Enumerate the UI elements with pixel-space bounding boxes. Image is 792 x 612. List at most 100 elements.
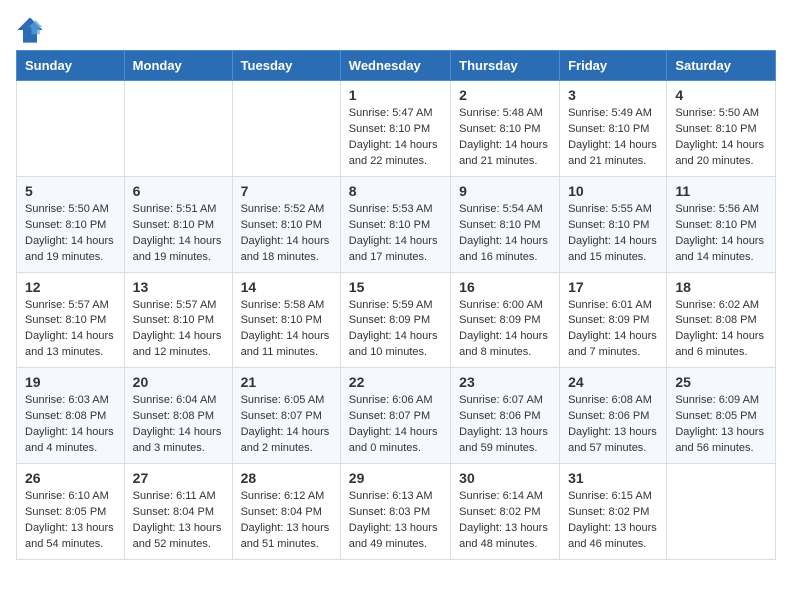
day-number: 27 (133, 470, 224, 486)
day-number: 3 (568, 87, 658, 103)
day-number: 25 (675, 374, 767, 390)
calendar-cell (124, 81, 232, 177)
day-number: 14 (241, 279, 332, 295)
logo (16, 16, 48, 44)
day-number: 31 (568, 470, 658, 486)
day-info: Sunrise: 6:00 AMSunset: 8:09 PMDaylight:… (459, 298, 551, 362)
calendar-cell (17, 81, 125, 177)
calendar-cell: 31Sunrise: 6:15 AMSunset: 8:02 PMDayligh… (560, 464, 667, 560)
day-info: Sunrise: 5:51 AMSunset: 8:10 PMDaylight:… (133, 202, 224, 266)
calendar-cell: 21 Sunrise: 6:05 AMSunset: 8:07 PMDayligh… (232, 368, 340, 464)
calendar-cell: 5 Sunrise: 5:50 AMSunset: 8:10 PMDaylight… (17, 176, 125, 272)
day-number: 23 (459, 374, 551, 390)
day-info: Sunrise: 6:13 AMSunset: 8:03 PMDaylight:… (349, 489, 442, 553)
day-info: Sunrise: 6:14 AMSunset: 8:02 PMDaylight:… (459, 489, 551, 553)
day-info: Sunrise: 6:05 AMSunset: 8:07 PMDaylight:… (241, 393, 332, 457)
day-number: 16 (459, 279, 551, 295)
day-number: 18 (675, 279, 767, 295)
day-info: Sunrise: 6:07 AMSunset: 8:06 PMDaylight:… (459, 393, 551, 457)
day-info: Sunrise: 6:10 AMSunset: 8:05 PMDaylight:… (25, 489, 116, 553)
day-info: Sunrise: 5:50 AMSunset: 8:10 PMDaylight:… (675, 106, 767, 170)
day-number: 6 (133, 183, 224, 199)
day-number: 9 (459, 183, 551, 199)
calendar-week-row: 26 Sunrise: 6:10 AMSunset: 8:05 PMDayligh… (17, 464, 776, 560)
day-number: 11 (675, 183, 767, 199)
day-number: 1 (349, 87, 442, 103)
calendar-cell: 28Sunrise: 6:12 AMSunset: 8:04 PMDayligh… (232, 464, 340, 560)
calendar-cell: 4 Sunrise: 5:50 AMSunset: 8:10 PMDaylight… (667, 81, 776, 177)
calendar-week-row: 5 Sunrise: 5:50 AMSunset: 8:10 PMDaylight… (17, 176, 776, 272)
calendar-cell (667, 464, 776, 560)
weekday-header-cell: Saturday (667, 51, 776, 81)
calendar-cell: 20 Sunrise: 6:04 AMSunset: 8:08 PMDayligh… (124, 368, 232, 464)
day-info: Sunrise: 6:11 AMSunset: 8:04 PMDaylight:… (133, 489, 224, 553)
weekday-header-cell: Tuesday (232, 51, 340, 81)
day-info: Sunrise: 5:55 AMSunset: 8:10 PMDaylight:… (568, 202, 658, 266)
calendar-week-row: 1Sunrise: 5:47 AMSunset: 8:10 PMDaylight… (17, 81, 776, 177)
calendar-cell: 10 Sunrise: 5:55 AMSunset: 8:10 PMDayligh… (560, 176, 667, 272)
day-info: Sunrise: 5:52 AMSunset: 8:10 PMDaylight:… (241, 202, 332, 266)
day-info: Sunrise: 6:02 AMSunset: 8:08 PMDaylight:… (675, 298, 767, 362)
day-info: Sunrise: 5:57 AMSunset: 8:10 PMDaylight:… (133, 298, 224, 362)
day-number: 17 (568, 279, 658, 295)
day-number: 28 (241, 470, 332, 486)
day-number: 20 (133, 374, 224, 390)
calendar-week-row: 19Sunrise: 6:03 AMSunset: 8:08 PMDayligh… (17, 368, 776, 464)
calendar-cell: 1Sunrise: 5:47 AMSunset: 8:10 PMDaylight… (340, 81, 450, 177)
calendar-cell: 17 Sunrise: 6:01 AMSunset: 8:09 PMDayligh… (560, 272, 667, 368)
day-number: 22 (349, 374, 442, 390)
calendar-cell: 16 Sunrise: 6:00 AMSunset: 8:09 PMDayligh… (451, 272, 560, 368)
day-number: 2 (459, 87, 551, 103)
calendar-cell: 8 Sunrise: 5:53 AMSunset: 8:10 PMDaylight… (340, 176, 450, 272)
calendar-cell: 13 Sunrise: 5:57 AMSunset: 8:10 PMDayligh… (124, 272, 232, 368)
day-info: Sunrise: 6:03 AMSunset: 8:08 PMDaylight:… (25, 393, 116, 457)
calendar-cell: 19Sunrise: 6:03 AMSunset: 8:08 PMDayligh… (17, 368, 125, 464)
day-info: Sunrise: 6:06 AMSunset: 8:07 PMDaylight:… (349, 393, 442, 457)
day-info: Sunrise: 5:59 AMSunset: 8:09 PMDaylight:… (349, 298, 442, 362)
calendar-cell: 30 Sunrise: 6:14 AMSunset: 8:02 PMDayligh… (451, 464, 560, 560)
day-number: 21 (241, 374, 332, 390)
day-info: Sunrise: 5:50 AMSunset: 8:10 PMDaylight:… (25, 202, 116, 266)
calendar-cell: 22 Sunrise: 6:06 AMSunset: 8:07 PMDayligh… (340, 368, 450, 464)
day-info: Sunrise: 6:01 AMSunset: 8:09 PMDaylight:… (568, 298, 658, 362)
day-info: Sunrise: 6:08 AMSunset: 8:06 PMDaylight:… (568, 393, 658, 457)
calendar-week-row: 12 Sunrise: 5:57 AMSunset: 8:10 PMDayligh… (17, 272, 776, 368)
day-info: Sunrise: 5:48 AMSunset: 8:10 PMDaylight:… (459, 106, 551, 170)
calendar-cell: 23 Sunrise: 6:07 AMSunset: 8:06 PMDayligh… (451, 368, 560, 464)
calendar-cell (232, 81, 340, 177)
calendar-cell: 6 Sunrise: 5:51 AMSunset: 8:10 PMDaylight… (124, 176, 232, 272)
calendar-cell: 25 Sunrise: 6:09 AMSunset: 8:05 PMDayligh… (667, 368, 776, 464)
logo-icon (16, 16, 44, 44)
day-info: Sunrise: 5:49 AMSunset: 8:10 PMDaylight:… (568, 106, 658, 170)
calendar-cell: 24Sunrise: 6:08 AMSunset: 8:06 PMDayligh… (560, 368, 667, 464)
calendar-cell: 7 Sunrise: 5:52 AMSunset: 8:10 PMDaylight… (232, 176, 340, 272)
day-info: Sunrise: 6:09 AMSunset: 8:05 PMDaylight:… (675, 393, 767, 457)
calendar-cell: 11 Sunrise: 5:56 AMSunset: 8:10 PMDayligh… (667, 176, 776, 272)
calendar-cell: 15 Sunrise: 5:59 AMSunset: 8:09 PMDayligh… (340, 272, 450, 368)
day-number: 30 (459, 470, 551, 486)
day-number: 15 (349, 279, 442, 295)
day-info: Sunrise: 5:57 AMSunset: 8:10 PMDaylight:… (25, 298, 116, 362)
weekday-header-cell: Monday (124, 51, 232, 81)
calendar-cell: 3 Sunrise: 5:49 AMSunset: 8:10 PMDaylight… (560, 81, 667, 177)
day-info: Sunrise: 5:56 AMSunset: 8:10 PMDaylight:… (675, 202, 767, 266)
day-number: 13 (133, 279, 224, 295)
day-info: Sunrise: 6:04 AMSunset: 8:08 PMDaylight:… (133, 393, 224, 457)
calendar-cell: 27 Sunrise: 6:11 AMSunset: 8:04 PMDayligh… (124, 464, 232, 560)
calendar-table: SundayMondayTuesdayWednesdayThursdayFrid… (16, 50, 776, 560)
day-number: 12 (25, 279, 116, 295)
day-number: 7 (241, 183, 332, 199)
day-number: 5 (25, 183, 116, 199)
day-number: 4 (675, 87, 767, 103)
day-info: Sunrise: 5:53 AMSunset: 8:10 PMDaylight:… (349, 202, 442, 266)
day-number: 29 (349, 470, 442, 486)
day-number: 10 (568, 183, 658, 199)
day-number: 26 (25, 470, 116, 486)
day-number: 8 (349, 183, 442, 199)
weekday-header-cell: Friday (560, 51, 667, 81)
weekday-header-cell: Sunday (17, 51, 125, 81)
calendar-cell: 14 Sunrise: 5:58 AMSunset: 8:10 PMDayligh… (232, 272, 340, 368)
calendar-cell: 29 Sunrise: 6:13 AMSunset: 8:03 PMDayligh… (340, 464, 450, 560)
page-header (16, 16, 776, 44)
day-info: Sunrise: 5:58 AMSunset: 8:10 PMDaylight:… (241, 298, 332, 362)
